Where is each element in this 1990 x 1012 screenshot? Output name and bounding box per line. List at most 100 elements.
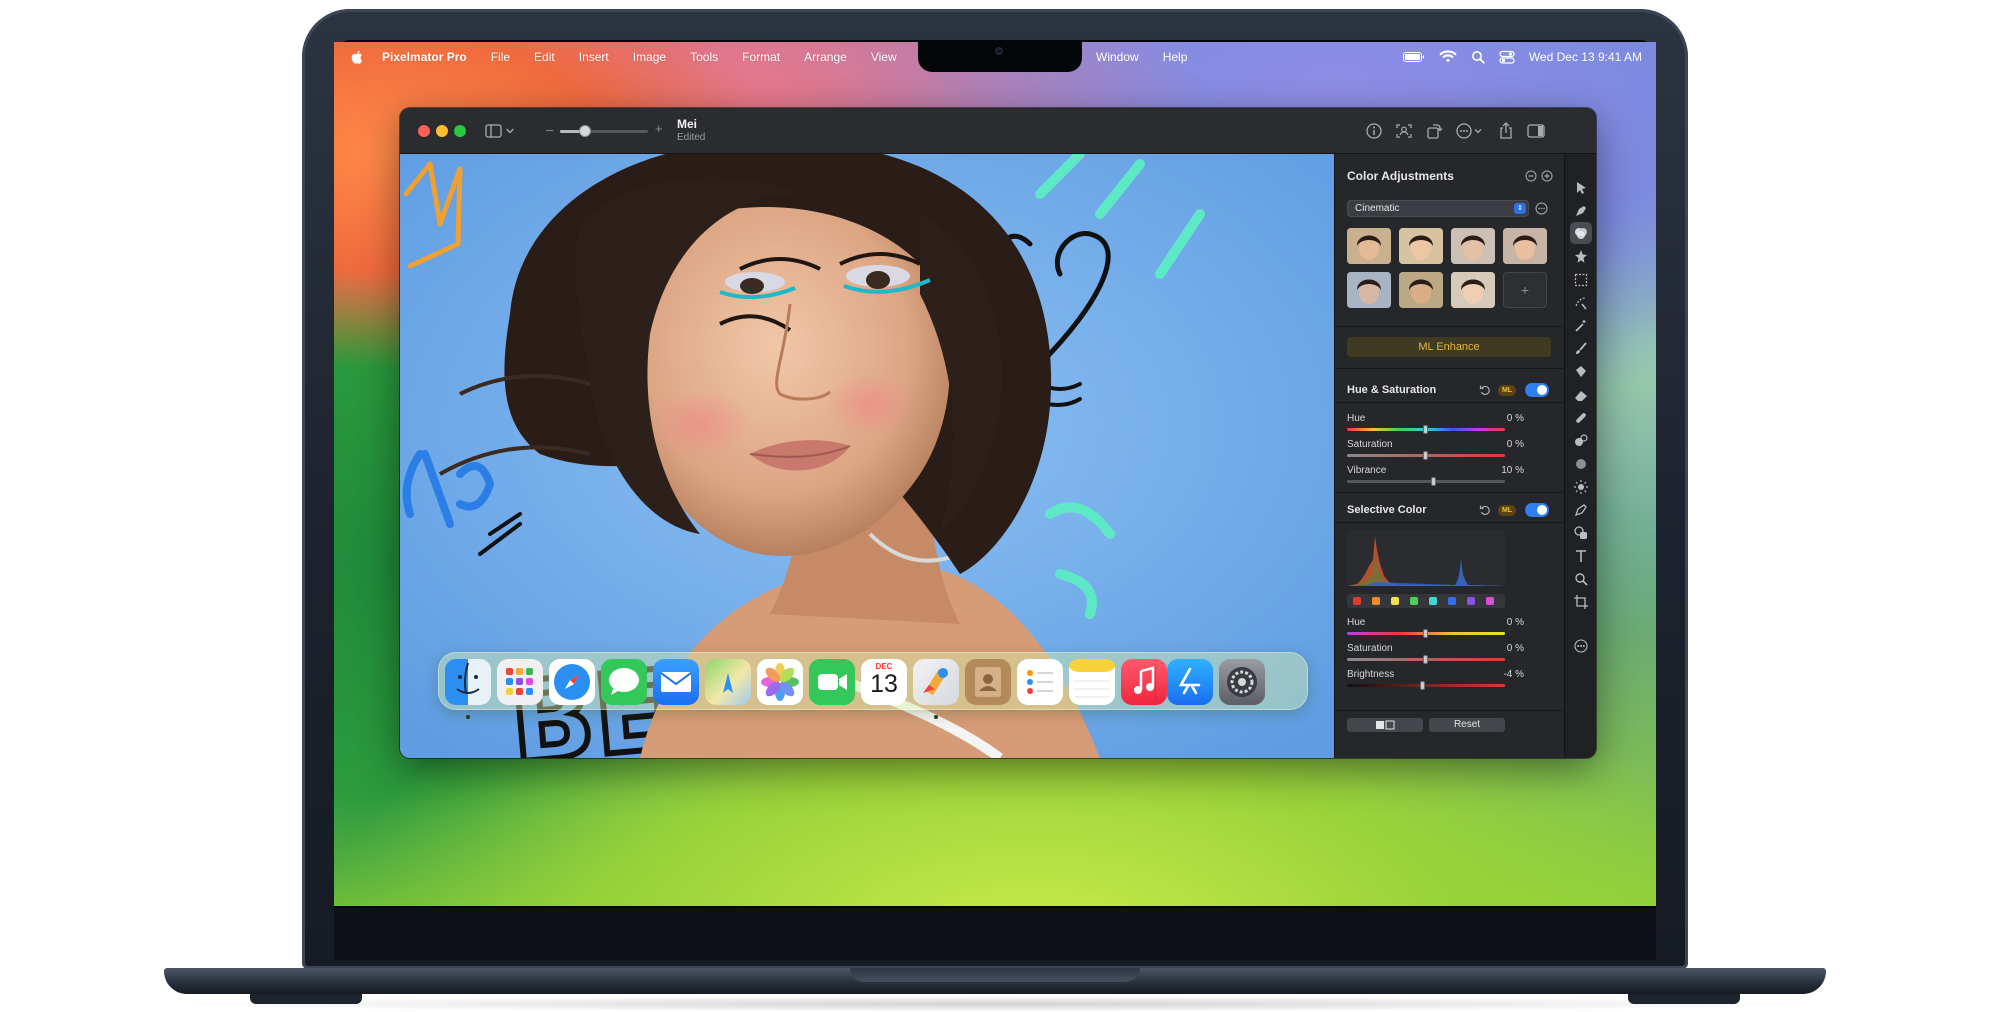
blur-icon[interactable] bbox=[1573, 456, 1589, 472]
reset-adjustment-icon[interactable] bbox=[1479, 504, 1491, 516]
more-actions-icon[interactable] bbox=[1454, 121, 1484, 141]
saturation-slider-knob[interactable] bbox=[1423, 451, 1428, 460]
menu-arrange[interactable]: Arrange bbox=[804, 50, 847, 64]
vibrance-slider-knob[interactable] bbox=[1430, 477, 1436, 486]
swatch-blue[interactable] bbox=[1448, 597, 1456, 605]
reset-button[interactable]: Reset bbox=[1429, 718, 1505, 732]
close-window-button[interactable] bbox=[418, 125, 430, 137]
info-icon[interactable] bbox=[1364, 121, 1384, 141]
preset-more-icon[interactable] bbox=[1535, 202, 1548, 215]
add-preset-button[interactable]: + bbox=[1503, 272, 1547, 308]
music-app-icon[interactable] bbox=[1121, 659, 1167, 705]
menu-app-name[interactable]: Pixelmator Pro bbox=[382, 50, 467, 64]
preset-thumbnail[interactable] bbox=[1347, 272, 1391, 308]
pixelmator-pro-app-icon[interactable] bbox=[913, 659, 959, 705]
sc-hue-slider-knob[interactable] bbox=[1423, 629, 1428, 638]
menu-bar-clock[interactable]: Wed Dec 13 9:41 AM bbox=[1529, 50, 1642, 64]
preset-popup[interactable]: Cinematic ⇕ bbox=[1347, 200, 1529, 217]
ml-badge[interactable]: ML bbox=[1498, 505, 1516, 516]
menu-tools[interactable]: Tools bbox=[690, 50, 718, 64]
sc-brightness-slider[interactable] bbox=[1347, 681, 1505, 690]
photos-app-icon[interactable] bbox=[757, 659, 803, 705]
swatch-green[interactable] bbox=[1410, 597, 1418, 605]
preset-thumbnail[interactable] bbox=[1347, 228, 1391, 264]
type-tool-icon[interactable] bbox=[1573, 548, 1589, 564]
sidebar-layers-icon[interactable] bbox=[484, 121, 504, 141]
style-tool-icon[interactable] bbox=[1573, 203, 1589, 219]
menu-window[interactable]: Window bbox=[1096, 50, 1139, 64]
app-store-app-icon[interactable] bbox=[1167, 659, 1213, 705]
finder-app-icon[interactable] bbox=[445, 659, 491, 705]
shapes-icon[interactable] bbox=[1573, 525, 1589, 541]
sc-saturation-value[interactable]: 0 % bbox=[1507, 643, 1524, 654]
vibrance-slider[interactable] bbox=[1347, 477, 1505, 486]
vibrance-value[interactable]: 10 % bbox=[1501, 465, 1524, 476]
collapse-all-icon[interactable] bbox=[1525, 170, 1537, 182]
swatch-orange[interactable] bbox=[1372, 597, 1380, 605]
sc-hue-value[interactable]: 0 % bbox=[1507, 617, 1524, 628]
apple-logo-icon[interactable] bbox=[350, 49, 364, 65]
menu-image[interactable]: Image bbox=[633, 50, 666, 64]
hue-saturation-title[interactable]: Hue & Saturation bbox=[1347, 384, 1436, 396]
zoom-tool-icon[interactable] bbox=[1573, 571, 1589, 587]
saturation-slider[interactable] bbox=[1347, 451, 1505, 460]
control-center-icon[interactable] bbox=[1499, 50, 1515, 64]
hue-slider-knob[interactable] bbox=[1423, 425, 1428, 434]
swatch-purple[interactable] bbox=[1467, 597, 1475, 605]
rotate-icon[interactable] bbox=[1424, 121, 1444, 141]
paint-bucket-icon[interactable] bbox=[1573, 364, 1589, 380]
contacts-app-icon[interactable] bbox=[965, 659, 1011, 705]
ml-enhance-button[interactable]: ML Enhance bbox=[1347, 337, 1551, 357]
preset-thumbnail[interactable] bbox=[1503, 228, 1547, 264]
zoom-window-button[interactable] bbox=[454, 125, 466, 137]
sc-saturation-slider[interactable] bbox=[1347, 655, 1505, 664]
hue-slider[interactable] bbox=[1347, 425, 1505, 434]
maps-app-icon[interactable] bbox=[705, 659, 751, 705]
more-tools-icon[interactable] bbox=[1573, 638, 1589, 654]
zoom-slider-knob[interactable] bbox=[578, 125, 591, 137]
system-settings-app-icon[interactable] bbox=[1219, 659, 1265, 705]
messages-app-icon[interactable] bbox=[601, 659, 647, 705]
swatch-red[interactable] bbox=[1353, 597, 1361, 605]
sc-hue-slider[interactable] bbox=[1347, 629, 1505, 638]
preset-thumbnail[interactable] bbox=[1451, 272, 1495, 308]
sc-saturation-slider-knob[interactable] bbox=[1423, 655, 1428, 664]
pen-icon[interactable] bbox=[1573, 502, 1589, 518]
selective-color-title[interactable]: Selective Color bbox=[1347, 504, 1426, 516]
saturation-value[interactable]: 0 % bbox=[1507, 439, 1524, 450]
effects-tool-icon[interactable] bbox=[1573, 249, 1589, 265]
menu-view[interactable]: View bbox=[871, 50, 897, 64]
magic-wand-icon[interactable] bbox=[1573, 318, 1589, 334]
facetime-app-icon[interactable] bbox=[809, 659, 855, 705]
color-adjust-tool-icon[interactable] bbox=[1570, 222, 1592, 244]
notes-app-icon[interactable] bbox=[1069, 659, 1115, 705]
zoom-slider[interactable] bbox=[560, 125, 648, 137]
mail-app-icon[interactable] bbox=[653, 659, 699, 705]
chevron-down-icon[interactable] bbox=[504, 121, 516, 141]
sc-brightness-value[interactable]: -4 % bbox=[1503, 669, 1524, 680]
selection-tool-icon[interactable] bbox=[1573, 272, 1589, 288]
arrange-tool-icon[interactable] bbox=[1573, 180, 1589, 196]
ml-badge[interactable]: ML bbox=[1498, 385, 1516, 396]
preset-thumbnail[interactable] bbox=[1399, 272, 1443, 308]
swatch-cyan[interactable] bbox=[1429, 597, 1437, 605]
sidebar-toggle-icon[interactable] bbox=[1526, 121, 1546, 141]
quick-selection-icon[interactable] bbox=[1573, 295, 1589, 311]
add-adjustment-icon[interactable] bbox=[1541, 170, 1553, 182]
clone-icon[interactable] bbox=[1573, 433, 1589, 449]
compare-button[interactable] bbox=[1347, 718, 1423, 732]
safari-app-icon[interactable] bbox=[549, 659, 595, 705]
menu-help[interactable]: Help bbox=[1163, 50, 1188, 64]
launchpad-app-icon[interactable] bbox=[497, 659, 543, 705]
menu-edit[interactable]: Edit bbox=[534, 50, 555, 64]
wifi-icon[interactable] bbox=[1439, 50, 1457, 64]
swatch-yellow[interactable] bbox=[1391, 597, 1399, 605]
sc-brightness-slider-knob[interactable] bbox=[1419, 681, 1425, 690]
calendar-app-icon[interactable]: DEC 13 bbox=[861, 659, 907, 705]
spotlight-search-icon[interactable] bbox=[1471, 50, 1485, 64]
swatch-magenta[interactable] bbox=[1486, 597, 1494, 605]
eraser-icon[interactable] bbox=[1573, 387, 1589, 403]
preset-thumbnail[interactable] bbox=[1399, 228, 1443, 264]
reminders-app-icon[interactable] bbox=[1017, 659, 1063, 705]
hue-saturation-toggle[interactable] bbox=[1525, 383, 1549, 397]
